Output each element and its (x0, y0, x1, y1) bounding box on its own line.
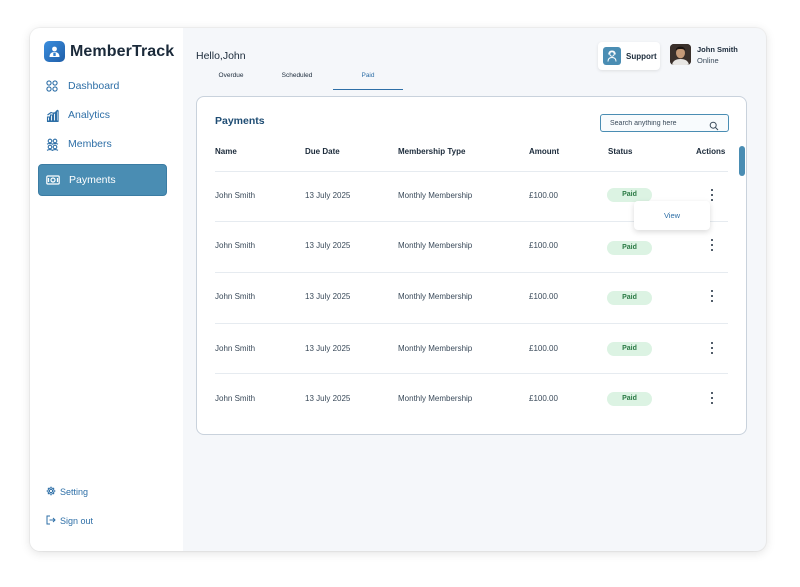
cell-due-date: 13 July 2025 (305, 344, 351, 353)
bar-chart-icon (45, 108, 59, 122)
cell-name: John Smith (215, 191, 256, 200)
cell-due-date: 13 July 2025 (305, 292, 351, 301)
status-badge: Paid (607, 241, 652, 255)
sidebar-item-dashboard[interactable]: Dashboard (38, 71, 167, 101)
setting-link[interactable]: Setting (46, 483, 88, 501)
sidebar-item-analytics[interactable]: Analytics (38, 100, 167, 130)
grid-icon (45, 79, 59, 93)
cell-name: John Smith (215, 241, 256, 250)
user-name: John Smith (697, 44, 738, 54)
column-header-status: Status (608, 147, 633, 156)
payments-card: Payments Name Due Date Membership Type A… (196, 96, 747, 435)
more-actions-icon[interactable] (708, 290, 716, 302)
sidebar-item-label: Payments (69, 174, 116, 186)
members-icon (45, 137, 59, 151)
sidebar-item-label: Members (68, 138, 112, 150)
scrollbar[interactable] (739, 146, 745, 176)
brand[interactable]: MemberTrack (44, 41, 174, 62)
search-input[interactable] (610, 119, 705, 127)
more-actions-icon[interactable] (708, 189, 716, 201)
app-window: MemberTrack Dashboard Analytics Members … (30, 28, 766, 551)
sidebar-item-label: Analytics (68, 109, 111, 121)
more-actions-icon[interactable] (708, 392, 716, 404)
tab-paid[interactable]: Paid (333, 72, 403, 90)
avatar (670, 44, 691, 65)
cell-due-date: 13 July 2025 (305, 394, 351, 403)
status-badge: Paid (607, 342, 652, 356)
column-header-amount: Amount (529, 147, 560, 156)
cell-due-date: 13 July 2025 (305, 241, 351, 250)
column-header-actions: Actions (696, 147, 726, 156)
cell-name: John Smith (215, 344, 256, 353)
cell-amount: £100.00 (529, 344, 558, 353)
tab-overdue[interactable]: Overdue (196, 72, 266, 90)
page-title: Payments (215, 115, 265, 127)
cell-name: John Smith (215, 394, 256, 403)
cell-membership-type: Monthly Membership (398, 241, 473, 250)
cell-amount: £100.00 (529, 394, 558, 403)
gear-icon (46, 483, 56, 501)
sidebar-item-label: Dashboard (68, 80, 120, 92)
status-badge: Paid (607, 291, 652, 305)
more-actions-icon[interactable] (708, 239, 716, 251)
sign-out-icon (46, 512, 56, 530)
greeting: Hello,John (196, 50, 246, 62)
setting-label: Setting (60, 487, 89, 497)
cell-name: John Smith (215, 292, 256, 301)
search-box[interactable] (600, 114, 729, 132)
view-menu-item[interactable]: View (634, 201, 710, 230)
sidebar: MemberTrack Dashboard Analytics Members … (30, 28, 183, 551)
logo-icon (44, 41, 65, 62)
support-label: Support (626, 51, 657, 61)
status-badge: Paid (607, 392, 652, 406)
cash-icon (46, 173, 60, 187)
table-row: John Smith 13 July 2025 Monthly Membersh… (215, 373, 728, 423)
cell-membership-type: Monthly Membership (398, 292, 473, 301)
cell-amount: £100.00 (529, 292, 558, 301)
more-actions-icon[interactable] (708, 342, 716, 354)
cell-amount: £100.00 (529, 241, 558, 250)
cell-due-date: 13 July 2025 (305, 191, 351, 200)
column-header-due-date: Due Date (305, 147, 340, 156)
cell-membership-type: Monthly Membership (398, 191, 473, 200)
support-button[interactable]: Support (598, 42, 660, 70)
column-header-membership-type: Membership Type (398, 147, 466, 156)
brand-name: MemberTrack (70, 42, 175, 60)
support-agent-icon (603, 47, 621, 65)
sidebar-item-members[interactable]: Members (38, 129, 167, 159)
cell-membership-type: Monthly Membership (398, 394, 473, 403)
user-status: Online (697, 55, 719, 65)
table-row: John Smith 13 July 2025 Monthly Membersh… (215, 323, 728, 373)
sign-out-label: Sign out (60, 516, 94, 526)
column-header-name: Name (215, 147, 237, 156)
sidebar-item-payments[interactable]: Payments (38, 164, 167, 196)
user-profile[interactable]: John Smith Online (670, 44, 738, 65)
search-icon[interactable] (709, 118, 719, 136)
tab-scheduled[interactable]: Scheduled (262, 72, 332, 90)
table-row: John Smith 13 July 2025 Monthly Membersh… (215, 272, 728, 322)
sign-out-link[interactable]: Sign out (46, 512, 93, 530)
cell-membership-type: Monthly Membership (398, 344, 473, 353)
status-badge: Paid (607, 188, 652, 202)
cell-amount: £100.00 (529, 191, 558, 200)
